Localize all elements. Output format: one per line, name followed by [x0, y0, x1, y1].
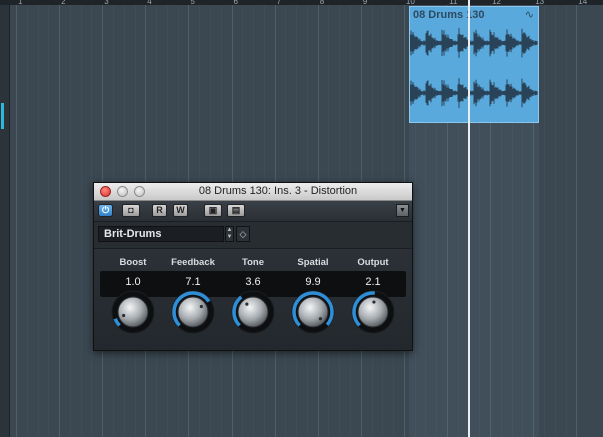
knob-pointer: [245, 302, 249, 306]
beat-gridline: [69, 5, 71, 437]
ruler-bar-number: 8: [319, 0, 325, 6]
bar-gridline: [16, 5, 17, 437]
spatial-label: Spatial: [297, 257, 329, 268]
ab-switch-icon: ▣: [208, 205, 218, 215]
knob-body: [177, 296, 209, 328]
power-icon: ⏻: [101, 205, 110, 215]
feedback-value[interactable]: 7.1: [168, 276, 218, 288]
close-window-button[interactable]: [100, 186, 111, 197]
ruler-bar-number: 3: [104, 0, 109, 6]
bar-gridline: [59, 5, 61, 437]
boost-value[interactable]: 1.0: [108, 276, 158, 288]
preset-name: Brit-Drums: [104, 228, 162, 240]
preset-bar: Brit-Drums ▲ ▼ ◇: [94, 222, 412, 249]
beat-gridline: [565, 5, 567, 437]
spatial-value[interactable]: 9.9: [288, 276, 338, 288]
knob-graphic: [291, 290, 335, 334]
ruler-bar-number: 5: [190, 0, 195, 6]
knob-body: [297, 296, 329, 328]
beat-gridline: [80, 5, 82, 437]
save-preset-icon: ◇: [239, 229, 247, 239]
read-automation-button[interactable]: R: [152, 204, 167, 217]
knob-graphic: [111, 290, 155, 334]
spatial-knob[interactable]: [289, 288, 337, 336]
selected-track-marker: [1, 103, 4, 129]
bar-gridline: [576, 5, 578, 437]
write-automation-button[interactable]: W: [173, 204, 188, 217]
ruler-bar-number: 2: [61, 0, 66, 6]
distortion-panel: Boost Feedback Tone Spatial Output 1.0 7…: [94, 249, 412, 350]
output-knob[interactable]: [349, 288, 397, 336]
feedback-label: Feedback: [171, 257, 215, 268]
knob-graphic: [351, 290, 395, 334]
beat-gridline: [48, 5, 50, 437]
output-value[interactable]: 2.1: [348, 276, 398, 288]
plugin-menu-button[interactable]: ▼: [396, 204, 409, 217]
knob-graphic: [231, 290, 275, 334]
bypass-button[interactable]: ◘: [122, 204, 140, 217]
tone-value[interactable]: 3.6: [228, 276, 278, 288]
plugin-window-distortion[interactable]: 08 Drums 130: Ins. 3 - Distortion ⏻ ◘ R …: [93, 182, 413, 351]
boost-label: Boost: [119, 257, 147, 268]
knob-pointer: [199, 304, 203, 309]
copy-settings-icon: ▤: [231, 205, 241, 215]
beat-gridline: [554, 5, 556, 437]
knob-pointer: [372, 300, 376, 304]
power-button[interactable]: ⏻: [98, 204, 113, 217]
window-titlebar[interactable]: 08 Drums 130: Ins. 3 - Distortion: [94, 183, 412, 201]
ruler-bar-number: 6: [233, 0, 238, 6]
ruler-bar-number: 4: [147, 0, 152, 6]
audio-event[interactable]: 08 Drums 130 ∿: [409, 6, 539, 123]
feedback-knob[interactable]: [169, 288, 217, 336]
boost-knob[interactable]: [109, 288, 157, 336]
project-cursor[interactable]: [468, 0, 470, 437]
ruler-bar-number: 9: [362, 0, 368, 6]
ab-switch-button[interactable]: ▣: [204, 204, 222, 217]
minimize-window-button[interactable]: [117, 186, 128, 197]
knob-body: [237, 296, 269, 328]
output-label: Output: [357, 257, 389, 268]
beat-gridline: [37, 5, 39, 437]
audio-waveform: [410, 28, 538, 108]
preset-stepper[interactable]: ▲ ▼: [225, 226, 234, 242]
bypass-icon: ◘: [128, 205, 134, 215]
beat-gridline: [26, 5, 28, 437]
tone-knob[interactable]: [229, 288, 277, 336]
zoom-window-button[interactable]: [134, 186, 145, 197]
track-list-edge: [0, 5, 10, 437]
preset-selector[interactable]: Brit-Drums: [98, 226, 224, 242]
knob-body: [117, 296, 149, 328]
knob-pointer: [318, 317, 322, 321]
fade-curve-icon[interactable]: ∿: [525, 8, 534, 21]
ruler-bar-number: 7: [276, 0, 282, 6]
ruler-bar-number: 1: [18, 0, 23, 6]
copy-settings-button[interactable]: ▤: [227, 204, 245, 217]
tone-label: Tone: [242, 257, 264, 268]
plugin-toolbar: ⏻ ◘ R W ▣ ▤ ▼: [94, 201, 412, 222]
window-title: 08 Drums 130: Ins. 3 - Distortion: [198, 185, 358, 197]
beat-gridline: [543, 5, 545, 437]
chevron-down-icon: ▼: [399, 207, 406, 214]
save-preset-button[interactable]: ◇: [236, 226, 250, 242]
knob-graphic: [171, 290, 215, 334]
knob-pointer: [122, 313, 126, 318]
audio-event-title: 08 Drums 130: [413, 9, 485, 21]
ruler-bar-number: 14: [578, 0, 588, 6]
